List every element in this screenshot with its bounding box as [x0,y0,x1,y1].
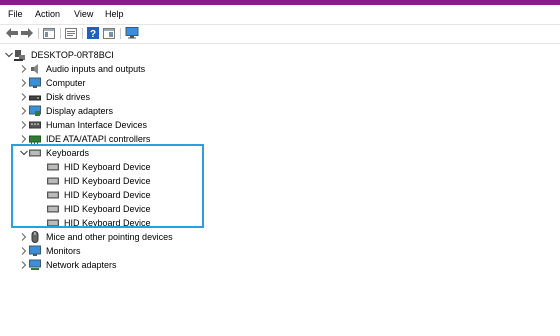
monitor-icon [29,245,41,257]
chevron-right-icon[interactable] [19,104,29,117]
disk-drive-icon [29,91,41,103]
toolbar-separator [120,28,121,39]
toolbar-divider [0,43,560,44]
tree-root-label: DESKTOP-0RT8BCI [31,49,114,60]
window-title-bar [0,0,560,5]
tree-category-label: Monitors [46,245,81,256]
network-adapter-icon [29,259,41,271]
help-icon[interactable]: ? [87,27,99,39]
tree-category-computer[interactable]: Computer [19,76,86,89]
tree-category-display-adapters[interactable]: Display adapters [19,104,113,117]
display-adapter-icon [29,105,41,117]
monitor-icon [29,77,41,89]
tree-category-label: Audio inputs and outputs [46,63,146,74]
chevron-right-icon[interactable] [19,76,29,89]
tree-category-mice[interactable]: Mice and other pointing devices [19,230,173,243]
tree-category-hid[interactable]: Human Interface Devices [19,118,147,131]
chevron-right-icon[interactable] [19,244,29,257]
computer-icon [14,49,26,61]
tree-category-monitors[interactable]: Monitors [19,244,81,257]
chevron-down-icon[interactable] [4,48,14,61]
tree-category-label: Computer [46,77,86,88]
hid-icon [29,119,41,131]
scan-hardware-icon[interactable] [125,27,139,39]
toolbar-separator [82,28,83,39]
menu-help[interactable]: Help [105,9,124,19]
tree-category-label: Human Interface Devices [46,119,148,130]
svg-text:?: ? [90,29,96,39]
chevron-right-icon[interactable] [19,90,29,103]
toolbar-separator [60,28,61,39]
menu-view[interactable]: View [74,9,93,19]
tree-category-label: Disk drives [46,91,91,102]
tree-category-label: IDE ATA/ATAPI controllers [46,133,151,144]
ide-controller-icon [29,133,41,145]
chevron-right-icon[interactable] [19,118,29,131]
menu-bar: File Action View Help [0,6,560,24]
menu-action[interactable]: Action [35,9,60,19]
keyboards-highlight-box [11,144,204,228]
back-arrow-icon[interactable] [6,27,18,39]
chevron-right-icon[interactable] [19,62,29,75]
toolbar: ? [0,25,560,43]
show-hide-console-tree-icon[interactable] [43,27,55,39]
tree-category-label: Mice and other pointing devices [46,231,173,242]
tree-category-audio[interactable]: Audio inputs and outputs [19,62,145,75]
action-pane-icon[interactable] [103,27,115,39]
mouse-icon [29,230,41,243]
properties-icon[interactable] [65,27,77,39]
menu-file[interactable]: File [8,9,23,19]
speaker-icon [29,63,41,75]
toolbar-separator [38,28,39,39]
forward-arrow-icon[interactable] [21,27,33,39]
chevron-right-icon[interactable] [19,258,29,271]
chevron-right-icon[interactable] [19,230,29,243]
tree-category-label: Display adapters [46,105,114,116]
tree-root[interactable]: DESKTOP-0RT8BCI [4,48,114,61]
tree-category-label: Network adapters [46,259,117,270]
tree-category-disk-drives[interactable]: Disk drives [19,90,90,103]
tree-category-network[interactable]: Network adapters [19,258,117,271]
